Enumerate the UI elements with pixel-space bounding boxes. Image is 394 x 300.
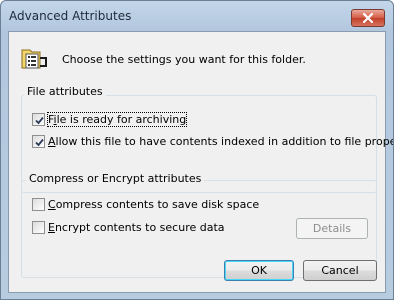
access-key: E [48,221,55,234]
advanced-attributes-dialog: Advanced Attributes Choose the settings … [0,0,394,300]
close-icon [362,13,374,23]
header-text: Choose the settings you want for this fo… [62,53,306,66]
ok-button-label: OK [251,264,267,277]
archive-label[interactable]: File is ready for archiving [46,112,188,127]
details-button[interactable]: Details [296,218,368,239]
compress-checkbox-row[interactable]: Compress contents to save disk space [32,198,259,211]
encrypt-label[interactable]: Encrypt contents to secure data [48,221,225,234]
index-label[interactable]: Allow this file to have contents indexed… [48,135,393,148]
index-checkbox-row[interactable]: Allow this file to have contents indexed… [32,135,393,148]
window-title: Advanced Attributes [9,9,132,23]
archive-checkbox[interactable] [32,113,45,126]
file-attributes-title: File attributes [24,85,106,98]
folder-properties-icon [20,46,50,72]
encrypt-checkbox[interactable] [32,221,45,234]
access-key: i [53,113,57,126]
archive-checkbox-row[interactable]: File is ready for archiving [32,112,188,127]
access-key: C [48,198,56,211]
dialog-body: Choose the settings you want for this fo… [8,31,393,293]
cancel-button-label: Cancel [321,264,359,277]
close-button[interactable] [351,9,385,27]
cancel-button[interactable]: Cancel [303,260,377,281]
checkmark-icon [35,116,44,125]
checkmark-icon [35,138,44,147]
details-button-label: Details [312,222,352,235]
ok-button[interactable]: OK [224,260,294,281]
compress-label[interactable]: Compress contents to save disk space [48,198,259,211]
compress-encrypt-title: Compress or Encrypt attributes [26,172,205,185]
access-key: A [48,135,56,148]
index-checkbox[interactable] [32,135,45,148]
encrypt-checkbox-row[interactable]: Encrypt contents to secure data [32,221,225,234]
compress-checkbox[interactable] [32,198,45,211]
title-bar[interactable]: Advanced Attributes [1,1,393,31]
